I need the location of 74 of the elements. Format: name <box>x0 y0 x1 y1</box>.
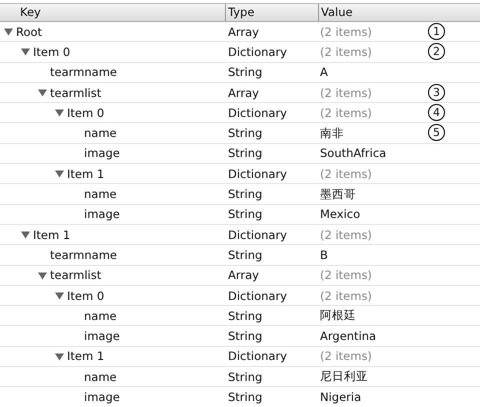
numbered-callout: 1 <box>428 23 445 40</box>
value-text: (2 items) <box>320 166 372 181</box>
key-text: image <box>84 390 120 404</box>
key-text: Item 0 <box>33 44 70 59</box>
disclosure-triangle-icon[interactable] <box>4 27 13 36</box>
type-text: String <box>228 187 262 202</box>
value-text: (2 items) <box>320 106 372 120</box>
type-text: Dictionary <box>228 106 287 120</box>
value-text: SouthAfrica <box>320 146 386 160</box>
type-text: String <box>228 370 262 384</box>
disclosure-triangle-icon[interactable] <box>55 169 64 178</box>
key-text: Item 1 <box>33 228 70 242</box>
key-text: Item 0 <box>67 106 104 120</box>
column-header[interactable]: Type <box>225 4 318 21</box>
key-text: tearmname <box>50 248 117 262</box>
key-text: Root <box>16 24 42 39</box>
type-text: Array <box>228 86 259 100</box>
value-text: 阿根廷 <box>320 308 356 322</box>
key-text: name <box>84 187 117 202</box>
disclosure-triangle-icon[interactable] <box>21 230 30 240</box>
disclosure-triangle-icon[interactable] <box>38 270 47 280</box>
value-text: (2 items) <box>320 44 372 59</box>
type-text: String <box>228 146 262 160</box>
key-text: Item 1 <box>67 166 104 181</box>
type-text: Dictionary <box>228 44 287 59</box>
numbered-callout: 5 <box>428 124 445 142</box>
type-text: Dictionary <box>228 349 287 364</box>
key-text: tearmlist <box>50 86 102 100</box>
value-text: B <box>320 248 328 262</box>
key-text: name <box>84 308 117 323</box>
key-text: Item 1 <box>67 349 104 364</box>
type-text: String <box>228 248 262 262</box>
type-text: Dictionary <box>228 288 287 302</box>
key-text: image <box>84 146 120 160</box>
disclosure-triangle-icon[interactable] <box>55 108 64 118</box>
value-text: (2 items) <box>320 24 372 39</box>
type-text: Dictionary <box>228 166 287 181</box>
type-text: String <box>228 65 262 80</box>
numbered-callout: 4 <box>428 104 445 122</box>
value-text: A <box>320 65 328 80</box>
key-text: tearmlist <box>50 268 102 282</box>
value-text: 南非 <box>320 126 344 140</box>
key-text: name <box>84 370 117 384</box>
disclosure-triangle-icon[interactable] <box>55 352 64 361</box>
value-text: Nigeria <box>320 390 362 404</box>
key-text: image <box>84 329 120 344</box>
disclosure-triangle-icon[interactable] <box>21 47 30 56</box>
value-text: (2 items) <box>320 268 372 282</box>
type-text: String <box>228 207 262 222</box>
value-text: (2 items) <box>320 86 372 100</box>
type-text: String <box>228 329 262 344</box>
column-header[interactable]: Key <box>0 4 225 21</box>
value-text: Argentina <box>320 329 376 344</box>
value-text: 墨西哥 <box>320 186 356 201</box>
disclosure-triangle-icon[interactable] <box>55 291 64 300</box>
type-text: Array <box>228 24 259 39</box>
numbered-callout: 2 <box>428 43 445 60</box>
column-header[interactable]: Value <box>318 4 480 21</box>
type-text: String <box>228 390 262 404</box>
value-text: 尼日利亚 <box>320 369 368 384</box>
type-text: Array <box>228 268 259 282</box>
type-text: String <box>228 308 262 323</box>
type-text: String <box>228 126 262 140</box>
type-text: Dictionary <box>228 228 287 242</box>
key-text: tearmname <box>50 65 117 80</box>
numbered-callout: 3 <box>428 84 445 101</box>
key-text: Item 0 <box>67 288 104 302</box>
value-text: Mexico <box>320 207 360 222</box>
value-text: (2 items) <box>320 349 372 364</box>
key-text: name <box>84 126 117 140</box>
value-text: (2 items) <box>320 228 372 242</box>
value-text: (2 items) <box>320 288 372 302</box>
key-text: image <box>84 207 120 222</box>
disclosure-triangle-icon[interactable] <box>38 88 47 98</box>
